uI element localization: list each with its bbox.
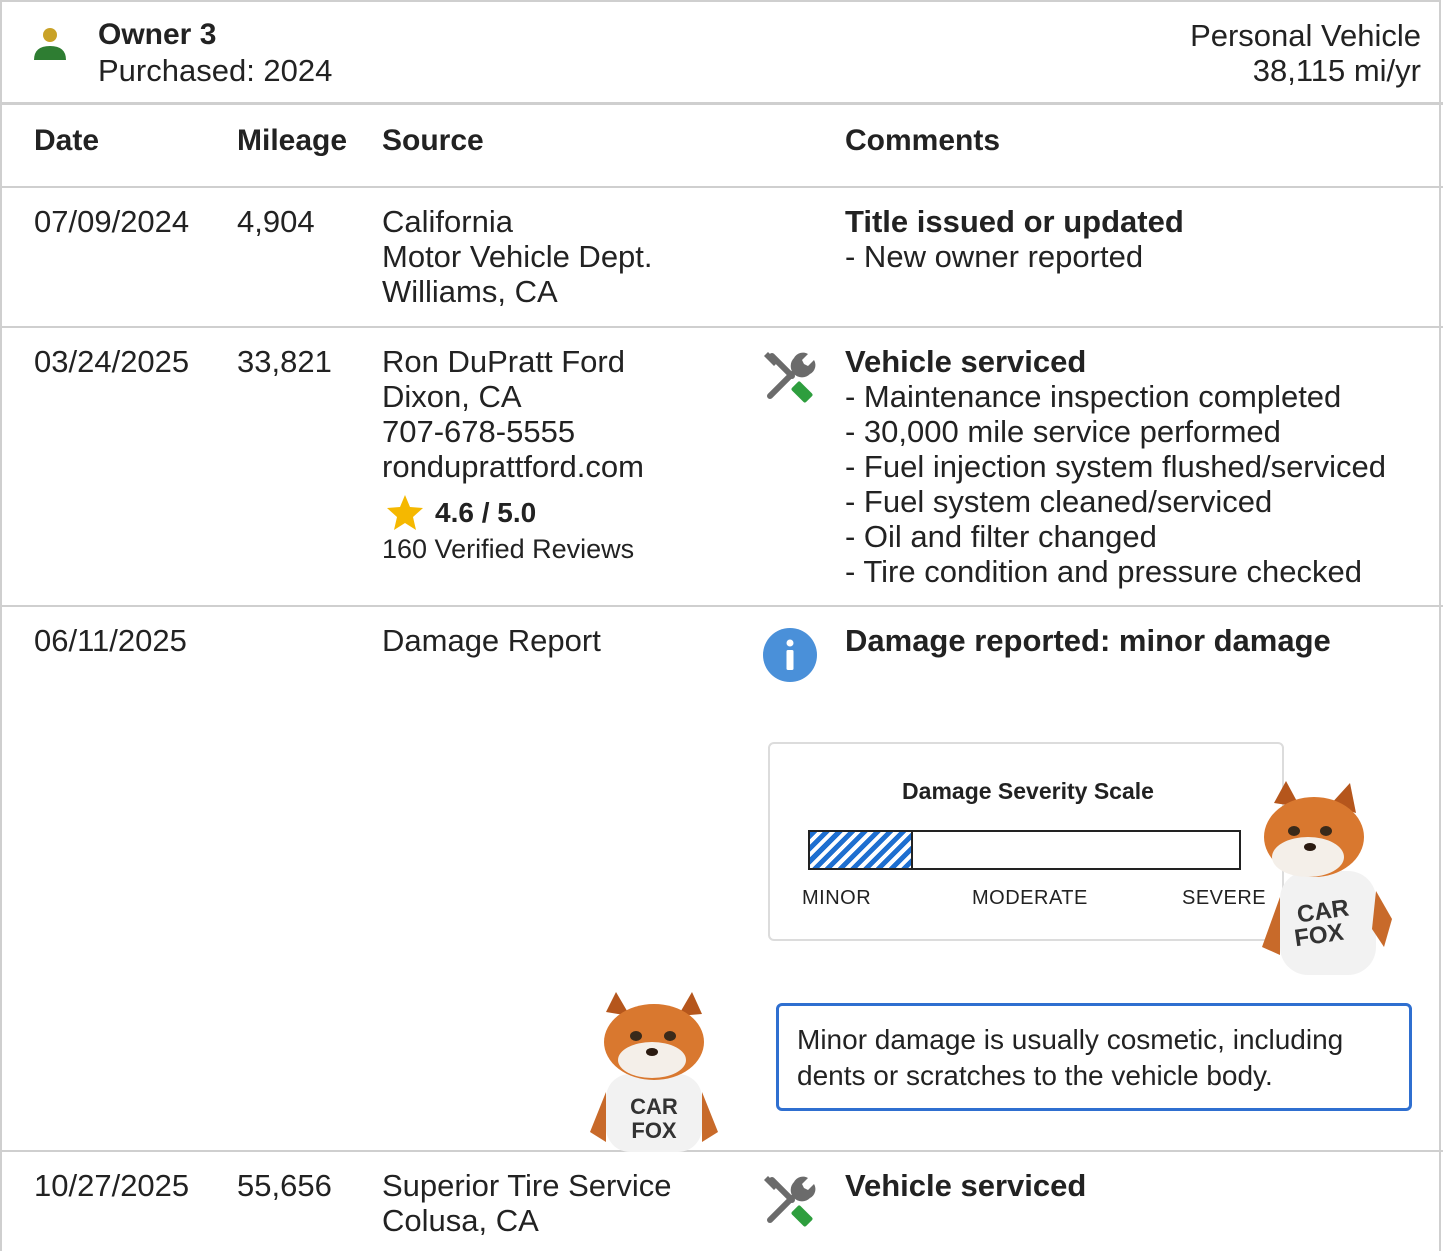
header-comments: Comments [845, 124, 1001, 157]
comment-item: - Tire condition and pressure checked [845, 554, 1362, 589]
comment-item: - Fuel system cleaned/serviced [845, 484, 1273, 519]
owner-header: Owner 3 Purchased: 2024 Personal Vehicle… [0, 0, 1443, 105]
table-row: 07/09/2024 4,904 California Motor Vehicl… [0, 188, 1443, 328]
service-tools-icon [764, 352, 816, 403]
record-source: Damage Report [382, 623, 601, 658]
scale-label-moderate: MODERATE [972, 887, 1088, 909]
source-line: Dixon, CA [382, 379, 522, 414]
header-mileage: Mileage [237, 124, 348, 157]
record-comments: Title issued or updated - New owner repo… [845, 204, 1184, 274]
comment-item: - Oil and filter changed [845, 519, 1157, 554]
service-tools-icon [764, 1176, 816, 1227]
carfox-mascot: CAR FOX [590, 992, 718, 1152]
source-line: Motor Vehicle Dept. [382, 239, 653, 274]
record-date: 03/24/2025 [34, 344, 190, 379]
table-row: 06/11/2025 Damage Report Damage reported… [0, 607, 1443, 1152]
comment-item: - Fuel injection system flushed/serviced [845, 449, 1387, 484]
record-date: 10/27/2025 [34, 1168, 190, 1203]
mascot-shirt-text-1: CAR [630, 1094, 678, 1119]
record-mileage: 33,821 [237, 344, 332, 379]
scale-label-minor: MINOR [802, 887, 872, 909]
mascot-shirt-text-2: FOX [631, 1118, 677, 1143]
source-line: Williams, CA [382, 274, 558, 309]
scale-title: Damage Severity Scale [902, 778, 1154, 804]
verified-reviews-link[interactable]: 160 Verified Reviews [382, 534, 634, 565]
record-date: 06/11/2025 [34, 623, 187, 658]
record-source: Superior Tire Service Colusa, CA [382, 1168, 671, 1238]
comment-item: - Maintenance inspection completed [845, 379, 1342, 414]
damage-severity-scale: Damage Severity Scale MINOR MODERATE SEV… [768, 742, 1284, 941]
dealer-website-link[interactable]: ronduprattford.com [382, 449, 644, 484]
star-icon [387, 495, 423, 530]
source-line: Colusa, CA [382, 1203, 539, 1238]
source-line: California [382, 204, 513, 239]
carfox-mascot: CAR FOX [1262, 781, 1392, 975]
record-source: Ron DuPratt Ford Dixon, CA 707-678-5555 … [382, 344, 644, 484]
table-row: 10/27/2025 55,656 Superior Tire Service … [0, 1152, 1443, 1251]
comment-title: Damage reported: minor damage [845, 623, 1331, 658]
damage-note-text: Minor damage is usually cosmetic, includ… [797, 1024, 1344, 1091]
dealer-phone[interactable]: 707-678-5555 [382, 414, 644, 449]
source-line: Superior Tire Service [382, 1168, 672, 1203]
column-headers: Date Mileage Source Comments [0, 108, 1443, 188]
record-mileage: 55,656 [237, 1168, 332, 1203]
vehicle-type: Personal Vehicle [1190, 18, 1421, 53]
dealer-rating[interactable]: 4.6 / 5.0 [385, 493, 536, 533]
header-date: Date [34, 124, 100, 157]
record-source: California Motor Vehicle Dept. Williams,… [382, 204, 653, 309]
comment-title: Vehicle serviced [845, 344, 1087, 379]
record-comments: Vehicle serviced - Maintenance inspectio… [845, 344, 1386, 589]
header-source: Source [382, 124, 484, 157]
severity-fill [810, 832, 913, 868]
table-row: 03/24/2025 33,821 Ron DuPratt Ford Dixon… [0, 328, 1443, 607]
record-comments: Damage reported: minor damage [845, 623, 1331, 658]
comment-item: - New owner reported [845, 239, 1144, 274]
comment-item: - 30,000 mile service performed [845, 414, 1281, 449]
comment-title: Vehicle serviced [845, 1168, 1087, 1203]
person-icon [34, 28, 66, 60]
source-line: Ron DuPratt Ford [382, 344, 625, 379]
damage-note: Minor damage is usually cosmetic, includ… [776, 1003, 1412, 1111]
severity-bar [808, 830, 1241, 870]
owner-purchased: Purchased: 2024 [98, 53, 333, 88]
record-date: 07/09/2024 [34, 204, 190, 239]
rating-value: 4.6 / 5.0 [435, 497, 537, 528]
comment-title: Title issued or updated [845, 204, 1184, 239]
record-mileage: 4,904 [237, 204, 315, 239]
owner-title: Owner 3 [98, 18, 217, 51]
info-icon [763, 628, 817, 682]
record-comments: Vehicle serviced [845, 1168, 1086, 1203]
mileage-rate: 38,115 mi/yr [1252, 53, 1421, 88]
